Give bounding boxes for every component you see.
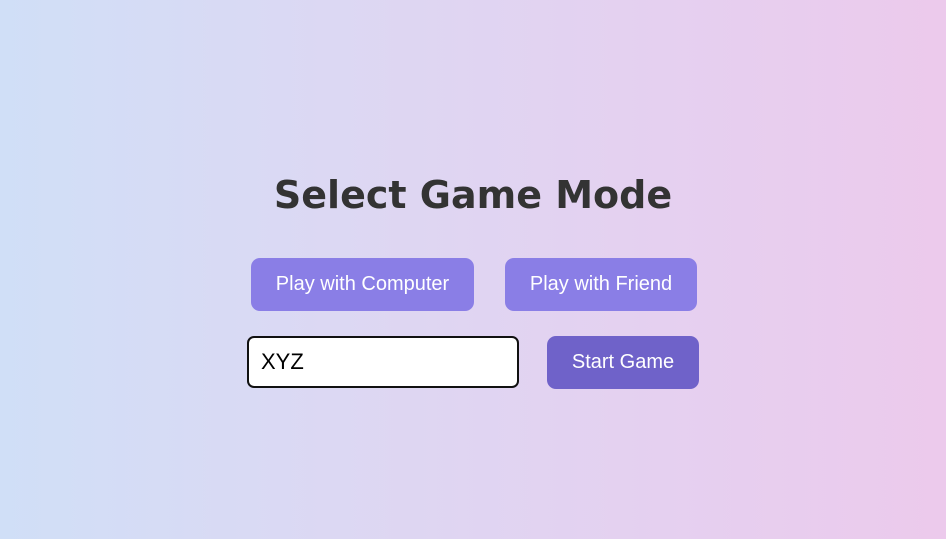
- start-game-button[interactable]: Start Game: [547, 336, 699, 389]
- play-with-computer-button[interactable]: Play with Computer: [251, 258, 474, 311]
- player-name-input[interactable]: [247, 336, 519, 388]
- page-title: Select Game Mode: [273, 173, 673, 217]
- play-with-friend-button[interactable]: Play with Friend: [505, 258, 697, 311]
